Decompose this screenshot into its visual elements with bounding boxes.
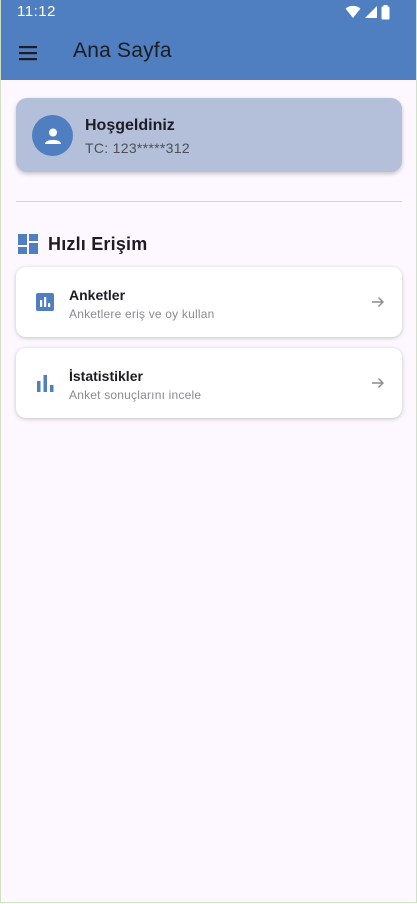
wifi-icon — [345, 5, 361, 19]
status-icons — [345, 4, 390, 20]
poll-icon — [36, 293, 54, 311]
welcome-title: Hoşgeldiniz — [85, 117, 175, 134]
welcome-card: Hoşgeldiniz TC: 123*****312 — [16, 98, 402, 172]
dashboard-icon — [18, 234, 38, 254]
battery-icon — [381, 4, 390, 19]
quick-access-header: Hızlı Erişim — [18, 233, 147, 255]
menu-button[interactable] — [13, 38, 43, 68]
statistics-card[interactable]: İstatistikler Anket sonuçlarını incele — [16, 348, 402, 418]
menu-icon — [19, 46, 37, 61]
signal-icon — [365, 6, 377, 18]
user-id-text: TC: 123*****312 — [85, 140, 190, 156]
card-title: İstatistikler — [69, 368, 143, 384]
app-bar: 11:12 Ana Sayfa — [1, 0, 416, 80]
card-subtitle: Anketlere eriş ve oy kullan — [69, 307, 215, 321]
person-icon — [44, 128, 61, 144]
arrow-right-icon — [372, 297, 384, 307]
page-title: Ana Sayfa — [73, 39, 172, 62]
status-bar: 11:12 — [1, 0, 416, 24]
arrow-right-icon — [372, 378, 384, 388]
avatar — [32, 115, 73, 156]
card-subtitle: Anket sonuçlarını incele — [69, 388, 202, 402]
bar-chart-icon — [37, 375, 54, 392]
status-time: 11:12 — [17, 3, 56, 20]
section-title: Hızlı Erişim — [48, 233, 148, 254]
surveys-card[interactable]: Anketler Anketlere eriş ve oy kullan — [16, 267, 402, 337]
home-screen: 11:12 Ana Sayfa Hoşgeldiniz TC: 123*****… — [0, 0, 417, 903]
card-title: Anketler — [69, 287, 126, 303]
divider — [16, 201, 402, 202]
